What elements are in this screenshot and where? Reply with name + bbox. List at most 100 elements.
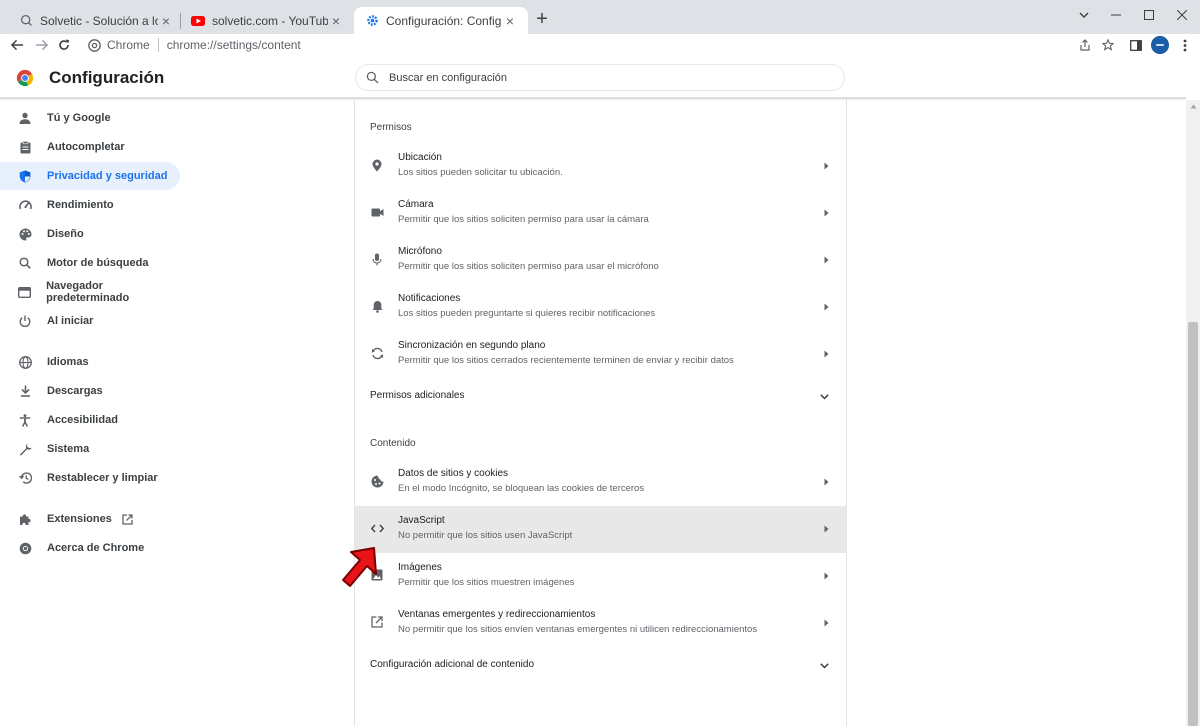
sidebar-item-label: Tú y Google	[47, 112, 111, 124]
avatar[interactable]	[1151, 36, 1169, 54]
sidebar-item-label: Idiomas	[47, 356, 89, 368]
sidebar-item-navegador[interactable]: Navegador predeterminado	[0, 278, 180, 306]
maximize-icon[interactable]	[1138, 4, 1160, 26]
bookmark-star-icon[interactable]	[1097, 34, 1119, 56]
content-row-imagenes[interactable]: Imágenes Permitir que los sitios muestre…	[355, 553, 846, 600]
content-row-javascript[interactable]: JavaScript No permitir que los sitios us…	[355, 506, 846, 553]
row-subtitle: Permitir que los sitios cerrados recient…	[398, 355, 734, 366]
sidebar-item-idiomas[interactable]: Idiomas	[0, 348, 180, 376]
expander-label: Configuración adicional de contenido	[370, 659, 535, 670]
settings-header: Configuración	[0, 56, 1200, 98]
sidebar-item-diseno[interactable]: Diseño	[0, 220, 180, 248]
accessibility-icon	[18, 413, 32, 427]
chevron-right-icon	[821, 160, 831, 172]
permission-row-microfono[interactable]: Micrófono Permitir que los sitios solici…	[355, 237, 846, 284]
chevron-right-icon	[821, 254, 831, 266]
side-panel-icon[interactable]	[1125, 34, 1147, 56]
sidebar-item-label: Diseño	[47, 228, 84, 240]
row-subtitle: Permitir que los sitios muestren imágene…	[398, 577, 575, 588]
content-row-ventanas-emergentes[interactable]: Ventanas emergentes y redireccionamiento…	[355, 600, 846, 647]
youtube-icon	[190, 13, 206, 29]
search-icon	[18, 256, 32, 270]
row-subtitle: Los sitios pueden solicitar tu ubicación…	[398, 167, 563, 178]
config-adicional-expander[interactable]: Configuración adicional de contenido	[355, 650, 846, 680]
forward-button[interactable]	[30, 34, 52, 56]
chrome-icon	[88, 38, 101, 52]
sidebar-item-label: Accesibilidad	[47, 414, 118, 426]
close-icon[interactable]: ×	[328, 13, 344, 29]
row-title: Notificaciones	[398, 293, 461, 304]
location-icon	[370, 158, 384, 172]
tab-youtube[interactable]: solvetic.com - YouTube ×	[180, 7, 354, 34]
row-title: Imágenes	[398, 562, 442, 573]
globe-icon	[18, 355, 32, 369]
window-close-icon[interactable]	[1171, 4, 1193, 26]
permission-row-notificaciones[interactable]: Notificaciones Los sitios pueden pregunt…	[355, 284, 846, 331]
sidebar-item-label: Autocompletar	[47, 141, 125, 153]
browser-icon	[18, 285, 32, 299]
chrome-logo-icon	[16, 69, 34, 87]
chevron-right-icon	[821, 348, 831, 360]
row-subtitle: Permitir que los sitios soliciten permis…	[398, 261, 659, 272]
sidebar-item-label: Restablecer y limpiar	[47, 472, 158, 484]
reload-button[interactable]	[53, 34, 75, 56]
sidebar-item-extensiones[interactable]: Extensiones	[0, 505, 180, 533]
back-button[interactable]	[6, 34, 28, 56]
row-title: Cámara	[398, 199, 434, 210]
tab-search-icon[interactable]	[1073, 4, 1095, 26]
permisos-adicionales-expander[interactable]: Permisos adicionales	[355, 381, 846, 411]
clipboard-icon	[18, 140, 32, 154]
sidebar-item-motor-busqueda[interactable]: Motor de búsqueda	[0, 249, 180, 277]
permission-row-sincronizacion[interactable]: Sincronización en segundo plano Permitir…	[355, 331, 846, 378]
sidebar-item-autocompletar[interactable]: Autocompletar	[0, 133, 180, 161]
settings-card: Permisos Ubicación Los sitios pueden sol…	[354, 100, 847, 726]
share-icon[interactable]	[1074, 34, 1096, 56]
sidebar-item-descargas[interactable]: Descargas	[0, 377, 180, 405]
chrome-icon	[18, 541, 32, 555]
scrollbar-thumb[interactable]	[1188, 322, 1198, 726]
new-tab-button[interactable]: +	[532, 9, 552, 29]
close-icon[interactable]: ×	[158, 13, 174, 29]
person-icon	[18, 111, 32, 125]
camera-icon	[370, 205, 384, 219]
speedometer-icon	[18, 198, 32, 212]
sidebar-item-sistema[interactable]: Sistema	[0, 435, 180, 463]
tab-solvetic[interactable]: Solvetic - Solución a los problem ×	[8, 7, 184, 34]
settings-search[interactable]	[355, 64, 845, 91]
row-title: Micrófono	[398, 246, 442, 257]
menu-icon[interactable]	[1174, 34, 1196, 56]
history-icon	[18, 471, 32, 485]
code-icon	[370, 521, 384, 535]
address-bar[interactable]: Chrome chrome://settings/content	[80, 34, 1066, 56]
cookie-icon	[370, 474, 384, 488]
sidebar-item-privacidad[interactable]: Privacidad y seguridad	[0, 162, 180, 190]
sidebar-item-accesibilidad[interactable]: Accesibilidad	[0, 406, 180, 434]
sidebar-item-tu-y-google[interactable]: Tú y Google	[0, 104, 180, 132]
scroll-up-arrow-icon[interactable]	[1186, 100, 1200, 112]
tab-title: Solvetic - Solución a los problem	[40, 13, 158, 28]
tab-configuracion[interactable]: Configuración: Configuración de ×	[354, 7, 528, 34]
tab-title: Configuración: Configuración de	[386, 13, 502, 28]
sidebar-item-rendimiento[interactable]: Rendimiento	[0, 191, 180, 219]
browser-toolbar: Chrome chrome://settings/content	[0, 34, 1200, 56]
permission-row-ubicacion[interactable]: Ubicación Los sitios pueden solicitar tu…	[355, 143, 846, 190]
row-title: Datos de sitios y cookies	[398, 468, 509, 479]
sidebar-item-label: Al iniciar	[47, 315, 94, 327]
sidebar-item-restablecer[interactable]: Restablecer y limpiar	[0, 464, 180, 492]
site-chip[interactable]: Chrome	[88, 38, 150, 52]
sidebar-item-label: Rendimiento	[47, 199, 114, 211]
sidebar-item-acerca-de-chrome[interactable]: Acerca de Chrome	[0, 534, 180, 562]
search-input[interactable]	[389, 71, 809, 84]
close-icon[interactable]: ×	[502, 13, 518, 29]
search-icon	[366, 71, 379, 84]
chevron-down-icon	[818, 661, 830, 671]
sidebar-item-label: Descargas	[47, 385, 103, 397]
shield-icon	[18, 169, 32, 183]
sidebar-item-al-iniciar[interactable]: Al iniciar	[0, 307, 180, 335]
row-title: Ventanas emergentes y redireccionamiento…	[398, 609, 596, 620]
minimize-icon[interactable]	[1105, 4, 1127, 26]
section-title-permisos: Permisos	[370, 122, 412, 133]
content-row-cookies[interactable]: Datos de sitios y cookies En el modo Inc…	[355, 459, 846, 506]
permission-row-camara[interactable]: Cámara Permitir que los sitios soliciten…	[355, 190, 846, 237]
row-title: JavaScript	[398, 515, 445, 526]
